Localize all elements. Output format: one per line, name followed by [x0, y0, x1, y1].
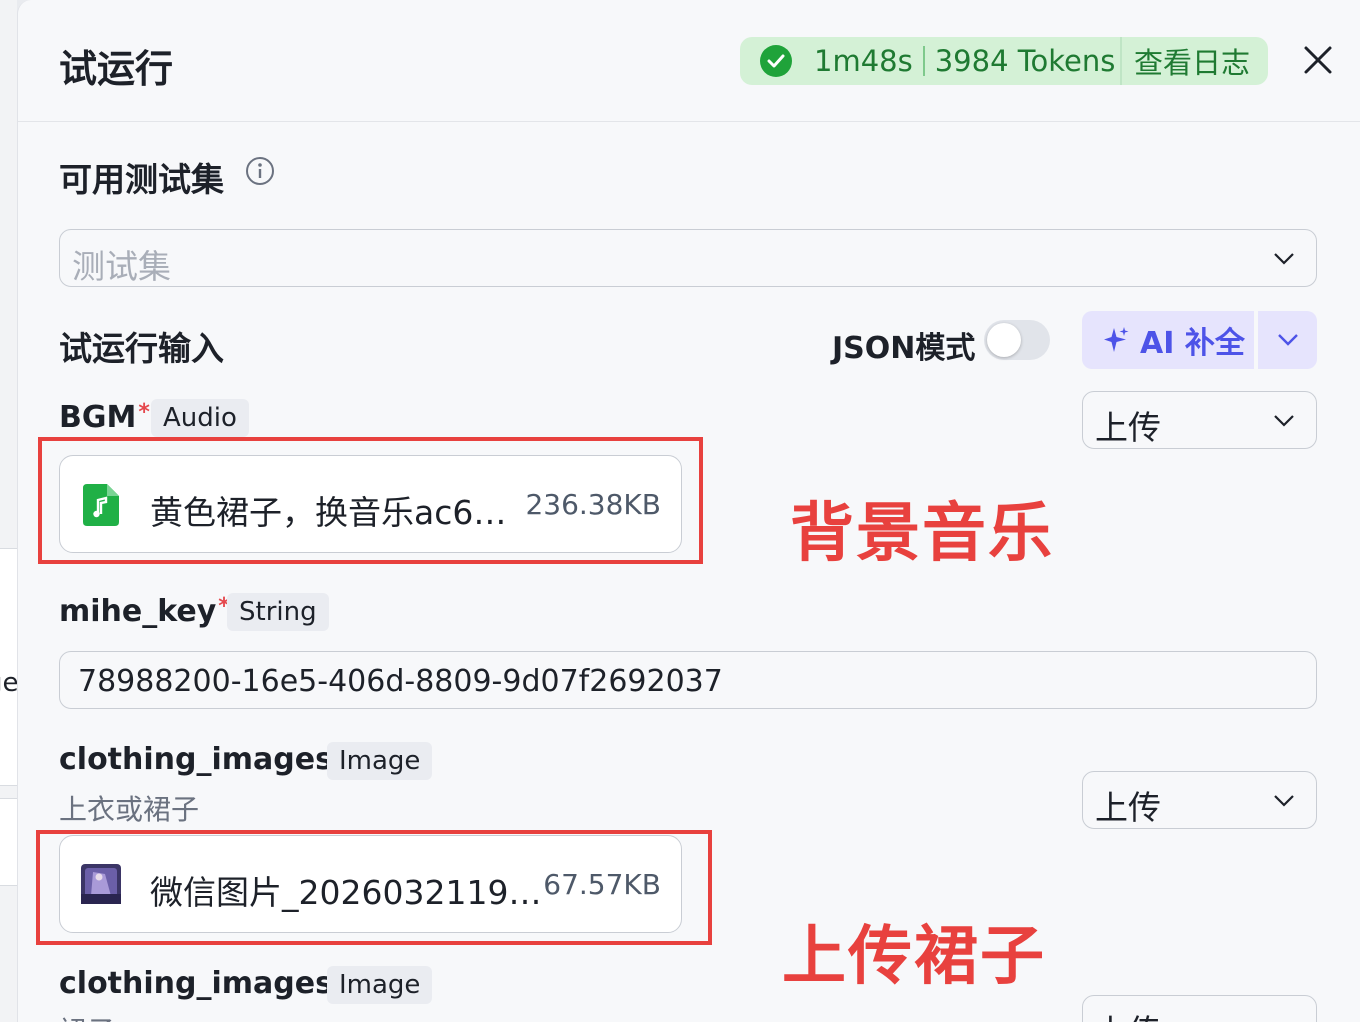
info-icon[interactable] — [245, 156, 275, 186]
success-check-icon — [760, 45, 792, 77]
chevron-down-icon — [1274, 415, 1294, 427]
testset-label: 可用测试集 — [59, 160, 224, 199]
chevron-down-icon — [1274, 253, 1294, 265]
field-type-tag: Image — [327, 742, 433, 780]
annotation-upload-skirt: 上传裙子 — [782, 920, 1046, 994]
field-name-bgm: BGM* — [59, 400, 150, 435]
ai-fill-label: AI 补全 — [1140, 326, 1245, 361]
testset-placeholder: 测试集 — [72, 247, 171, 286]
annotation-box-bgm — [38, 437, 703, 564]
run-status-pill: 1m48s 3984 Tokens 查看日志 — [740, 37, 1268, 85]
json-mode-toggle[interactable] — [984, 320, 1050, 360]
view-log-link[interactable]: 查看日志 — [1119, 37, 1268, 85]
upload-mode-value: 上传 — [1095, 788, 1161, 827]
clothing2-upload-select[interactable]: 上传 — [1082, 995, 1317, 1022]
chevron-down-icon — [1278, 334, 1298, 346]
test-run-panel: 试运行 1m48s 3984 Tokens 查看日志 可用测试集 测试集 试运行… — [17, 0, 1360, 1022]
json-mode-label: JSON模式 — [832, 331, 976, 366]
clothing1-upload-select[interactable]: 上传 — [1082, 771, 1317, 829]
panel-header: 试运行 1m48s 3984 Tokens 查看日志 — [18, 0, 1360, 122]
mihe-key-input[interactable]: 78988200-16e5-406d-8809-9d07f2692037 — [59, 651, 1317, 709]
field-name-mihe-key: mihe_key* — [59, 594, 230, 629]
field-description: 裙子 — [59, 1010, 115, 1022]
field-name-clothing-images2: clothing_images2 — [59, 966, 354, 1001]
toggle-knob — [987, 323, 1021, 357]
annotation-bgm: 背景音乐 — [790, 497, 1054, 571]
token-count: 3984 Tokens — [934, 44, 1116, 78]
run-input-label: 试运行输入 — [59, 329, 224, 368]
sparkle-icon — [1104, 327, 1129, 352]
background-card — [0, 798, 17, 886]
bgm-upload-select[interactable]: 上传 — [1082, 391, 1317, 449]
field-type-tag: Image — [327, 966, 433, 1004]
upload-mode-value: 上传 — [1095, 1005, 1161, 1022]
background-card — [0, 548, 17, 786]
chevron-down-icon — [1274, 795, 1294, 807]
background-text: ge — [0, 668, 17, 698]
testset-select[interactable]: 测试集 — [59, 229, 1317, 287]
divider — [922, 46, 925, 76]
ai-fill-dropdown[interactable] — [1258, 311, 1317, 369]
field-type-tag: Audio — [151, 399, 249, 437]
run-duration: 1m48s — [814, 44, 913, 78]
field-name-clothing-images1: clothing_images1 — [59, 742, 354, 777]
field-type-tag: String — [227, 593, 329, 631]
upload-mode-value: 上传 — [1095, 408, 1161, 447]
annotation-box-upload — [36, 830, 712, 945]
ai-fill-button[interactable]: AI 补全 — [1082, 311, 1254, 369]
close-icon[interactable] — [1302, 44, 1334, 76]
panel-title: 试运行 — [59, 47, 174, 91]
mihe-key-value: 78988200-16e5-406d-8809-9d07f2692037 — [78, 664, 723, 699]
field-description: 上衣或裙子 — [59, 793, 200, 826]
